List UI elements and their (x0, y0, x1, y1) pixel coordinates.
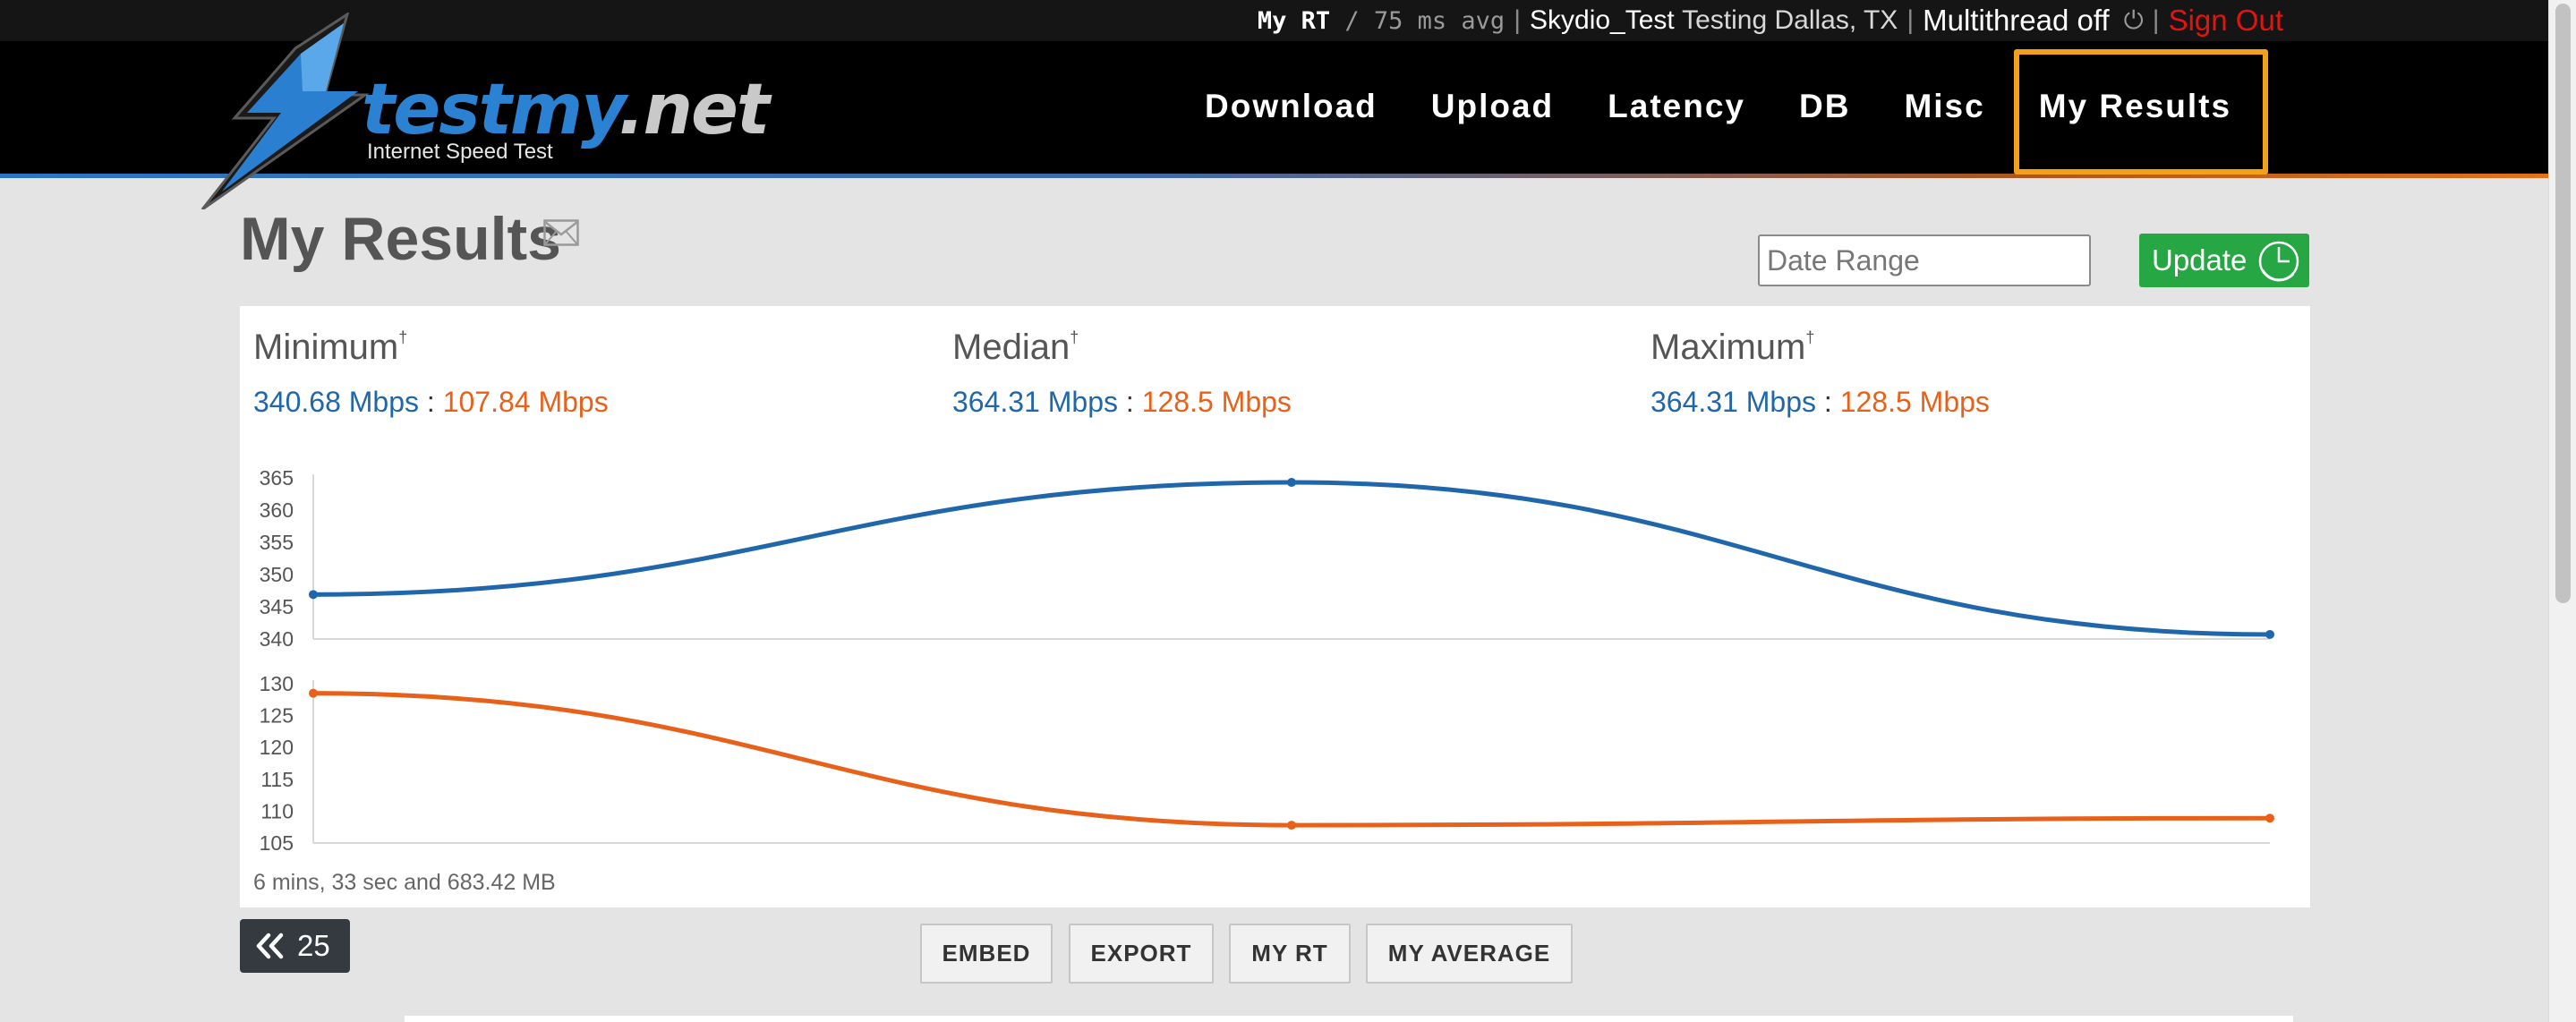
my-rt-link[interactable]: My RT (1258, 7, 1330, 35)
y-tick-label: 345 (260, 595, 294, 618)
logo-brand: testmy (362, 70, 620, 150)
previous-count: 25 (297, 929, 330, 962)
test-location: Testing Dallas, TX (1675, 5, 1898, 36)
y-tick-label: 365 (260, 466, 294, 490)
upload-data-point (2265, 813, 2274, 823)
test-duration-summary: 6 mins, 33 sec and 683.42 MB (253, 870, 556, 895)
content-card-edge (405, 1016, 2293, 1022)
double-chevron-left-icon (254, 933, 285, 959)
y-tick-label: 120 (260, 736, 294, 759)
divider: | (1906, 5, 1915, 35)
y-tick-label: 115 (260, 768, 294, 791)
y-tick-label: 360 (260, 498, 294, 522)
results-panel: Minimum† 340.68 Mbps : 107.84 Mbps Media… (240, 306, 2310, 907)
scrollbar-thumb[interactable] (2555, 4, 2571, 603)
y-tick-label: 340 (260, 627, 294, 651)
divider: | (1514, 5, 1521, 35)
upload-series-line (311, 691, 2273, 828)
export-button[interactable]: EXPORT (1069, 924, 1214, 984)
my-average-button[interactable]: MY AVERAGE (1366, 924, 1573, 984)
y-tick-label: 355 (260, 531, 294, 554)
download-data-point (309, 590, 318, 600)
site-logo[interactable]: testmy.net Internet Speed Test (195, 13, 770, 209)
logo-tld: .net (618, 70, 770, 150)
y-tick-label: 125 (260, 704, 294, 728)
download-data-point (1287, 478, 1296, 488)
embed-button[interactable]: EMBED (920, 924, 1053, 984)
active-nav-highlight (2014, 49, 2268, 175)
nav-upload[interactable]: Upload (1431, 88, 1554, 125)
download-series-line (311, 480, 2273, 637)
test-location-text: Testing Dallas, TX (1682, 5, 1898, 35)
update-button[interactable]: Update (2139, 234, 2309, 287)
y-tick-label: 130 (260, 672, 294, 695)
y-tick-label: 110 (260, 799, 294, 822)
previous-results-button[interactable]: 25 (240, 919, 350, 973)
divider: | (2152, 5, 2160, 35)
speed-history-chart: 365 360 355 350 345 340 130 125 120 115 110 105 (260, 466, 2274, 855)
download-data-point (2265, 629, 2274, 639)
multithread-toggle[interactable]: Multithread off (1923, 4, 2110, 38)
y-tick-label: 105 (260, 831, 294, 855)
nav-db[interactable]: DB (1799, 88, 1850, 125)
y-tick-label: 350 (260, 563, 294, 586)
my-rt-button[interactable]: MY RT (1229, 924, 1351, 984)
upload-data-point (309, 688, 318, 698)
logo-wordmark: testmy.net (362, 70, 770, 150)
update-button-label: Update (2152, 243, 2248, 277)
page-title: My Results (240, 205, 561, 273)
nav-download[interactable]: Download (1205, 88, 1378, 125)
slash-text: / (1344, 6, 1360, 35)
power-icon[interactable]: ⏻ (2124, 6, 2144, 36)
clock-icon (2258, 241, 2299, 282)
logo-tagline: Internet Speed Test (367, 140, 553, 164)
envelope-icon[interactable] (543, 219, 579, 251)
username-link[interactable]: Skydio_Test (1530, 5, 1675, 36)
nav-misc[interactable]: Misc (1904, 88, 1984, 125)
rt-avg-separator: / (1330, 7, 1374, 35)
sign-out-link[interactable]: Sign Out (2169, 4, 2283, 38)
nav-latency[interactable]: Latency (1608, 88, 1745, 125)
upload-data-point (1287, 821, 1296, 830)
vertical-scrollbar[interactable] (2548, 0, 2576, 1022)
rt-average: 75 ms avg (1373, 6, 1506, 35)
date-range-input[interactable] (1758, 234, 2091, 286)
